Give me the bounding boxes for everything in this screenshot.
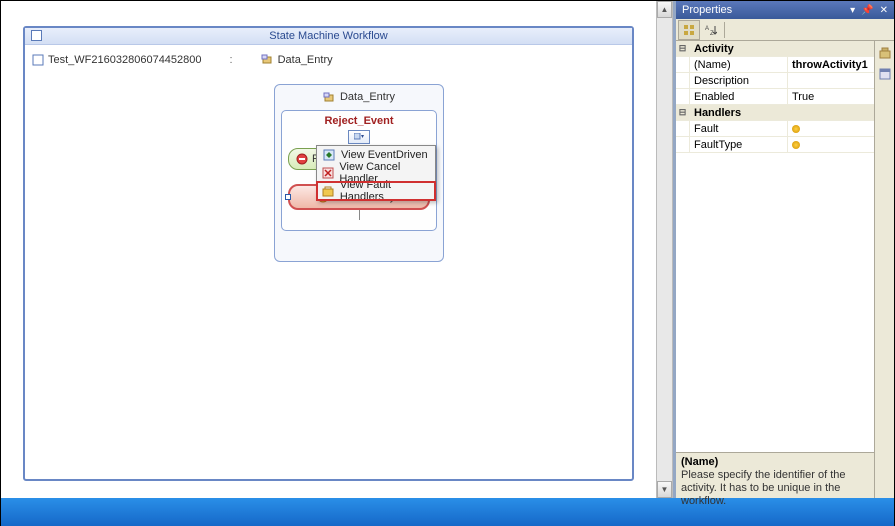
- strip-toolbox-icon[interactable]: [877, 45, 893, 61]
- collapse-icon[interactable]: ⊟: [676, 105, 690, 120]
- prop-row-faulttype[interactable]: FaultType: [676, 137, 874, 153]
- desc-text: Please specify the identifier of the act…: [681, 469, 869, 509]
- canvas-title-bar: State Machine Workflow: [25, 28, 632, 45]
- state-icon: [261, 53, 274, 66]
- pin-icon[interactable]: 📌: [861, 5, 873, 16]
- view-context-menu: View EventDriven View Cancel Handler Vie…: [316, 145, 436, 201]
- prop-row-name[interactable]: (Name) throwActivity1: [676, 57, 874, 73]
- scroll-down-button[interactable]: ▼: [657, 481, 672, 498]
- prop-key: Description: [690, 73, 788, 88]
- prop-key: (Name): [690, 57, 788, 72]
- prop-row-enabled[interactable]: Enabled True: [676, 89, 874, 105]
- dropdown-icon[interactable]: ▾: [850, 5, 855, 16]
- prop-value[interactable]: True: [788, 89, 874, 104]
- properties-panel: Properties ▾ 📌 ✕ AZ ⊟ Activity: [673, 1, 894, 498]
- prop-value[interactable]: throwActivity1: [788, 57, 874, 72]
- breadcrumb-item-state[interactable]: Data_Entry: [261, 53, 333, 66]
- property-description: (Name) Please specify the identifier of …: [676, 452, 874, 498]
- prop-value[interactable]: [788, 73, 874, 88]
- connector-line: [359, 210, 360, 220]
- cancel-icon: [322, 166, 334, 180]
- canvas-checkbox-icon[interactable]: [31, 30, 42, 41]
- property-grid[interactable]: ⊟ Activity (Name) throwActivity1 Descrip…: [676, 41, 874, 452]
- prop-value[interactable]: [788, 137, 874, 152]
- menu-label: View Fault Handlers: [340, 179, 430, 203]
- toolbar-separator: [724, 22, 725, 38]
- close-icon[interactable]: ✕: [880, 5, 888, 16]
- designer-vscrollbar[interactable]: ▲ ▼: [656, 1, 673, 498]
- properties-header[interactable]: Properties ▾ 📌 ✕: [676, 1, 894, 19]
- event-icon: [322, 148, 336, 162]
- breadcrumb-item-workflow[interactable]: Test_WF216032806074452800: [31, 53, 202, 66]
- prop-value[interactable]: [788, 121, 874, 136]
- breadcrumb: Test_WF216032806074452800 : Data_Entry: [31, 53, 333, 66]
- prop-key: Enabled: [690, 89, 788, 104]
- breadcrumb-label: Test_WF216032806074452800: [48, 54, 202, 66]
- scroll-up-button[interactable]: ▲: [657, 1, 672, 18]
- event-view-dropdown[interactable]: [348, 130, 370, 144]
- state-icon: [323, 91, 336, 104]
- menu-label: View EventDriven: [341, 149, 428, 161]
- workflow-icon: [31, 53, 44, 66]
- collapse-icon[interactable]: ⊟: [676, 41, 690, 56]
- canvas-title: State Machine Workflow: [269, 30, 387, 42]
- null-indicator-icon: [792, 125, 800, 133]
- prop-row-description[interactable]: Description: [676, 73, 874, 89]
- event-title: Reject_Event: [288, 115, 430, 127]
- category-handlers[interactable]: ⊟ Handlers: [676, 105, 874, 121]
- desc-title: (Name): [681, 456, 869, 468]
- menu-item-view-fault[interactable]: View Fault Handlers: [317, 182, 435, 200]
- prop-key: Fault: [690, 121, 788, 136]
- properties-toolbar: AZ: [676, 19, 894, 41]
- null-indicator-icon: [792, 141, 800, 149]
- alphabetical-button[interactable]: AZ: [700, 20, 722, 40]
- state-title: Data_Entry: [281, 91, 437, 104]
- category-activity[interactable]: ⊟ Activity: [676, 41, 874, 57]
- prop-key: FaultType: [690, 137, 788, 152]
- misc-toolbar-button[interactable]: [727, 20, 749, 40]
- fault-icon: [322, 184, 335, 198]
- svg-text:A: A: [705, 26, 709, 32]
- side-tool-strip: [874, 41, 894, 498]
- strip-properties-icon[interactable]: [877, 66, 893, 82]
- prop-row-fault[interactable]: Fault: [676, 121, 874, 137]
- designer-surface[interactable]: State Machine Workflow Test_WF2160328060…: [1, 1, 656, 498]
- categorized-button[interactable]: [678, 20, 700, 40]
- activity-icon: [295, 153, 308, 166]
- breadcrumb-label: Data_Entry: [278, 54, 333, 66]
- properties-title: Properties: [682, 4, 732, 16]
- breadcrumb-separator: :: [230, 54, 233, 66]
